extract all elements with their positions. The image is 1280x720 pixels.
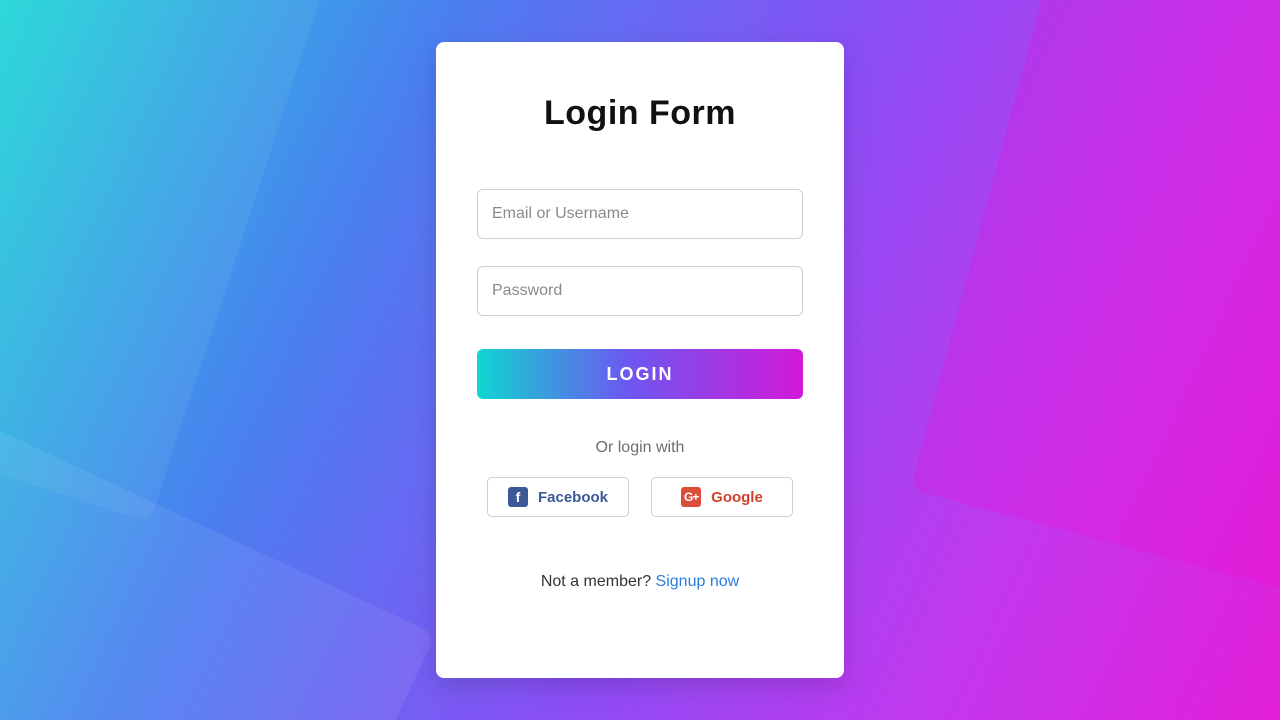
page-background: Login Form LOGIN Or login with f Faceboo… [0, 0, 1280, 720]
page-title: Login Form [544, 94, 736, 133]
google-plus-icon: G+ [681, 487, 701, 507]
login-button[interactable]: LOGIN [477, 349, 803, 399]
facebook-login-button[interactable]: f Facebook [487, 477, 629, 517]
facebook-icon: f [508, 487, 528, 507]
not-member-label: Not a member? [541, 573, 656, 590]
username-input[interactable] [477, 189, 803, 239]
password-input[interactable] [477, 266, 803, 316]
google-login-button[interactable]: G+ Google [651, 477, 793, 517]
bg-shape [910, 0, 1280, 650]
or-login-with-label: Or login with [596, 439, 685, 457]
bg-shape [0, 0, 323, 523]
signup-link[interactable]: Signup now [656, 573, 740, 590]
login-form: LOGIN [477, 189, 803, 399]
signup-footer: Not a member? Signup now [541, 573, 739, 591]
social-login-row: f Facebook G+ Google [477, 477, 803, 517]
login-card: Login Form LOGIN Or login with f Faceboo… [436, 42, 844, 678]
google-label: Google [711, 489, 763, 506]
facebook-label: Facebook [538, 489, 608, 506]
